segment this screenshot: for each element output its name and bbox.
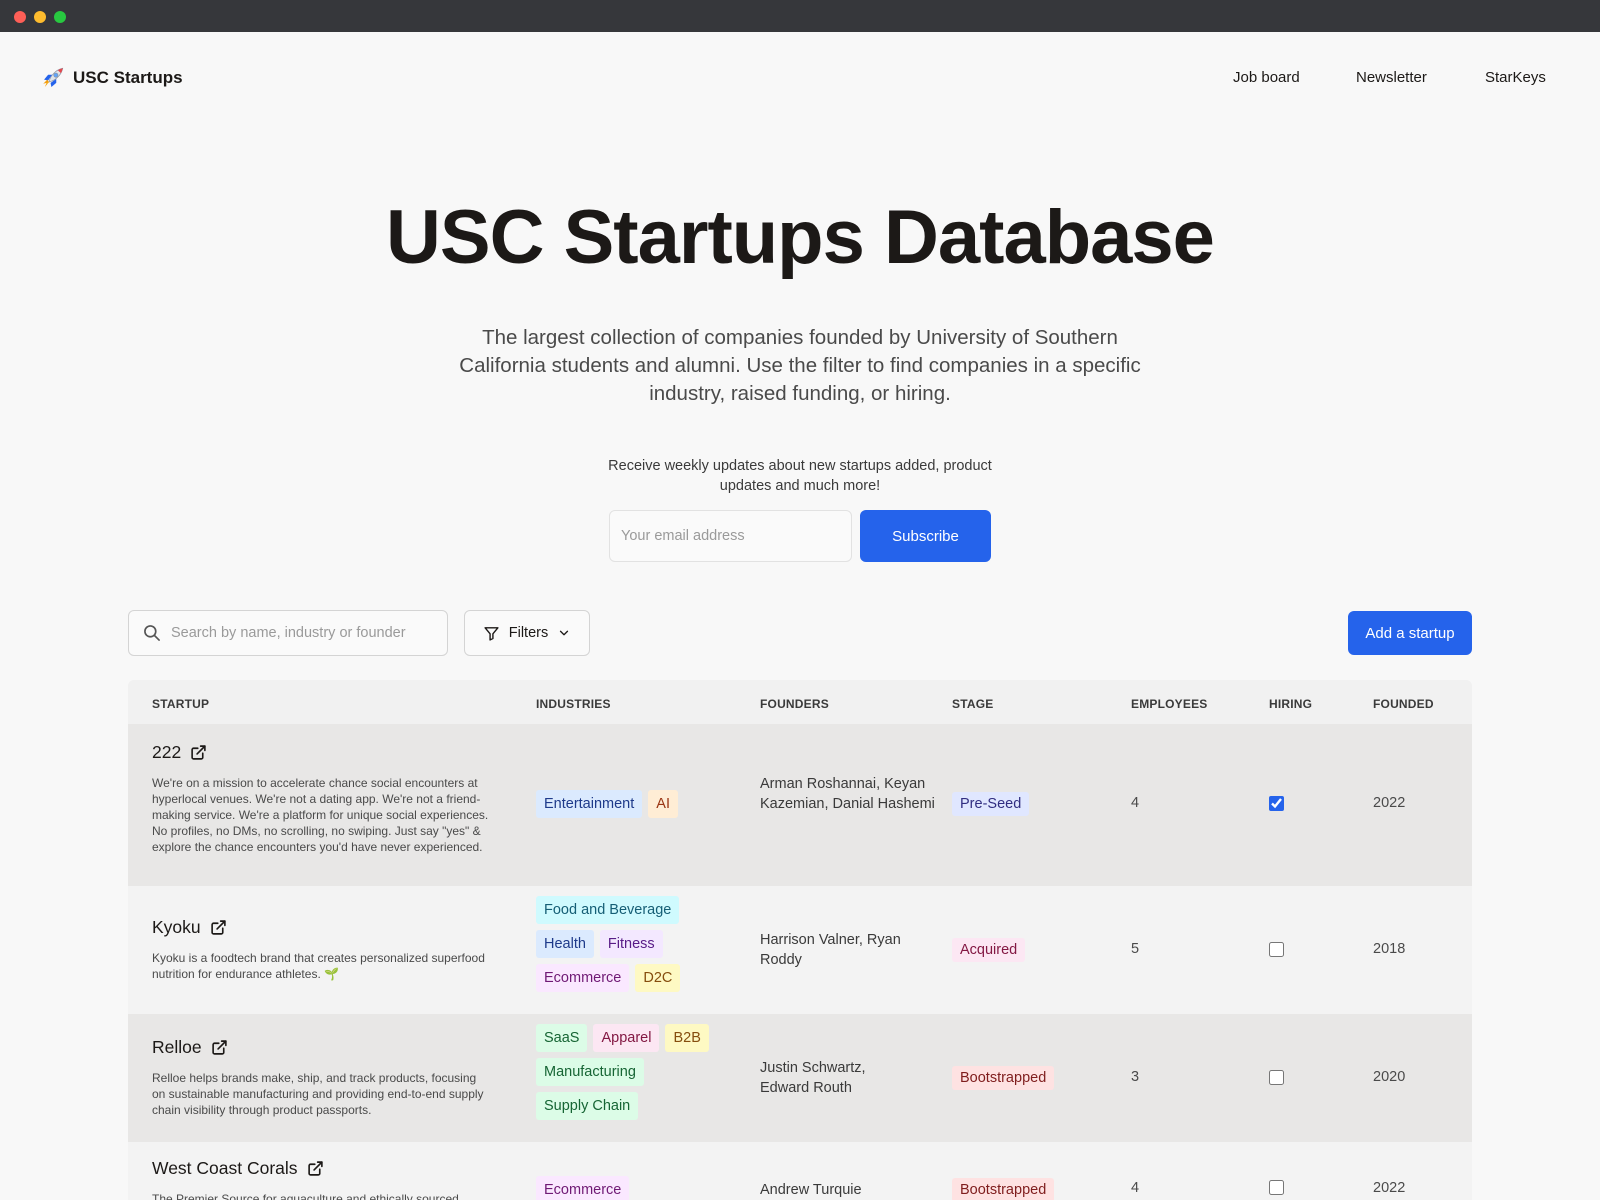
table-header: STARTUP INDUSTRIES FOUNDERS STAGE EMPLOY…	[128, 680, 1472, 724]
industry-tag[interactable]: Supply Chain	[536, 1092, 639, 1120]
minimize-window-button[interactable]	[34, 11, 46, 23]
column-header-hiring[interactable]: HIRING	[1269, 697, 1312, 711]
industry-tag[interactable]: Food and Beverage	[536, 896, 680, 924]
filters-label: Filters	[508, 625, 549, 641]
startup-description: Kyoku is a foodtech brand that creates p…	[152, 951, 485, 981]
startup-description: Relloe helps brands make, ship, and trac…	[152, 1071, 484, 1117]
search-box[interactable]	[128, 610, 448, 656]
hiring-checkbox[interactable]	[1269, 942, 1284, 957]
industry-tags: SaaS Apparel B2B Manufacturing Supply Ch…	[536, 1024, 732, 1120]
industry-tags: Ecommerce	[536, 1176, 732, 1200]
industry-tag[interactable]: Manufacturing	[536, 1058, 644, 1086]
startup-name: West Coast Corals	[152, 1158, 298, 1178]
stage-badge: Pre-Seed	[952, 792, 1030, 816]
industry-tag[interactable]: AI	[648, 790, 678, 818]
stage-badge: Bootstrapped	[952, 1066, 1055, 1090]
industry-tag[interactable]: Ecommerce	[536, 1176, 630, 1200]
table-row[interactable]: 222 We're on a mission to accelerate cha…	[128, 724, 1472, 886]
employee-count: 3	[1131, 1069, 1140, 1085]
filter-icon	[484, 626, 499, 641]
subscribe-button[interactable]: Subscribe	[860, 510, 991, 562]
column-header-founded[interactable]: FOUNDED	[1373, 697, 1434, 711]
employee-count: 5	[1131, 941, 1140, 957]
filters-button[interactable]: Filters	[464, 610, 590, 656]
startup-name-link[interactable]: 222	[152, 742, 207, 763]
hiring-checkbox[interactable]	[1269, 796, 1284, 811]
founders-text: Arman Roshannai, Keyan Kazemian, Danial …	[760, 776, 935, 812]
close-window-button[interactable]	[14, 11, 26, 23]
employee-count: 4	[1131, 795, 1140, 811]
table-row[interactable]: West Coast Corals The Premier Source for…	[128, 1142, 1472, 1200]
nav-newsletter[interactable]: Newsletter	[1356, 69, 1427, 86]
startup-name: Relloe	[152, 1037, 202, 1057]
chevron-down-icon	[560, 630, 569, 636]
external-link-icon[interactable]	[307, 1160, 324, 1177]
industry-tag[interactable]: SaaS	[536, 1024, 588, 1052]
stage-badge: Acquired	[952, 938, 1026, 962]
founded-year: 2022	[1373, 1180, 1406, 1196]
newsletter-description: Receive weekly updates about new startup…	[608, 458, 992, 494]
startup-name-link[interactable]: Kyoku	[152, 917, 227, 938]
column-header-stage[interactable]: STAGE	[952, 697, 993, 711]
employee-count: 4	[1131, 1180, 1140, 1196]
hiring-checkbox[interactable]	[1269, 1180, 1284, 1195]
external-link-icon[interactable]	[211, 1039, 228, 1056]
startup-name: 222	[152, 742, 182, 762]
industry-tags: Food and Beverage Health Fitness Ecommer…	[536, 896, 732, 992]
column-header-founders[interactable]: FOUNDERS	[760, 697, 829, 711]
startup-description: We're on a mission to accelerate chance …	[152, 776, 489, 854]
industry-tag[interactable]: B2B	[665, 1024, 709, 1052]
email-field[interactable]	[609, 510, 852, 562]
startups-table: STARTUP INDUSTRIES FOUNDERS STAGE EMPLOY…	[128, 680, 1472, 1200]
industry-tag[interactable]: Ecommerce	[536, 964, 630, 992]
founders-text: Justin Schwartz, Edward Routh	[760, 1060, 866, 1096]
startup-name: Kyoku	[152, 917, 201, 937]
nav-job-board[interactable]: Job board	[1233, 69, 1300, 86]
founders-text: Andrew Turquie	[760, 1182, 862, 1198]
window-titlebar	[0, 0, 1600, 32]
page-title: USC Startups Database	[386, 195, 1215, 280]
industry-tag[interactable]: D2C	[635, 964, 681, 992]
brand-name: USC Startups	[73, 68, 183, 87]
hiring-checkbox[interactable]	[1269, 1070, 1284, 1085]
stage-badge: Bootstrapped	[952, 1178, 1055, 1200]
add-startup-button[interactable]: Add a startup	[1348, 611, 1472, 655]
search-input[interactable]	[171, 625, 441, 641]
industry-tag[interactable]: Fitness	[599, 930, 663, 958]
external-link-icon[interactable]	[210, 919, 227, 936]
maximize-window-button[interactable]	[54, 11, 66, 23]
startup-description: The Premier Source for aquaculture and e…	[152, 1192, 459, 1200]
startup-name-link[interactable]: Relloe	[152, 1037, 228, 1058]
brand-logo-link[interactable]: USC Startups	[40, 64, 183, 92]
startup-name-link[interactable]: West Coast Corals	[152, 1158, 324, 1179]
industry-tag[interactable]: Apparel	[593, 1024, 660, 1052]
external-link-icon[interactable]	[190, 744, 207, 761]
column-header-startup[interactable]: STARTUP	[152, 697, 209, 711]
founders-text: Harrison Valner, Ryan Roddy	[760, 932, 901, 968]
table-row[interactable]: Kyoku Kyoku is a foodtech brand that cre…	[128, 886, 1472, 1014]
column-header-employees[interactable]: EMPLOYEES	[1131, 697, 1207, 711]
table-row[interactable]: Relloe Relloe helps brands make, ship, a…	[128, 1014, 1472, 1142]
column-header-industries[interactable]: INDUSTRIES	[536, 697, 611, 711]
founded-year: 2020	[1373, 1069, 1406, 1085]
search-icon	[144, 625, 160, 641]
founded-year: 2018	[1373, 941, 1406, 957]
industry-tag[interactable]: Health	[536, 930, 594, 958]
industry-tag[interactable]: Entertainment	[536, 790, 643, 818]
industry-tags: Entertainment AI	[536, 790, 732, 818]
rocket-icon	[43, 67, 64, 87]
nav-starkeys[interactable]: StarKeys	[1485, 69, 1546, 86]
founded-year: 2022	[1373, 795, 1406, 811]
page-subtitle: The largest collection of companies foun…	[459, 326, 1141, 405]
